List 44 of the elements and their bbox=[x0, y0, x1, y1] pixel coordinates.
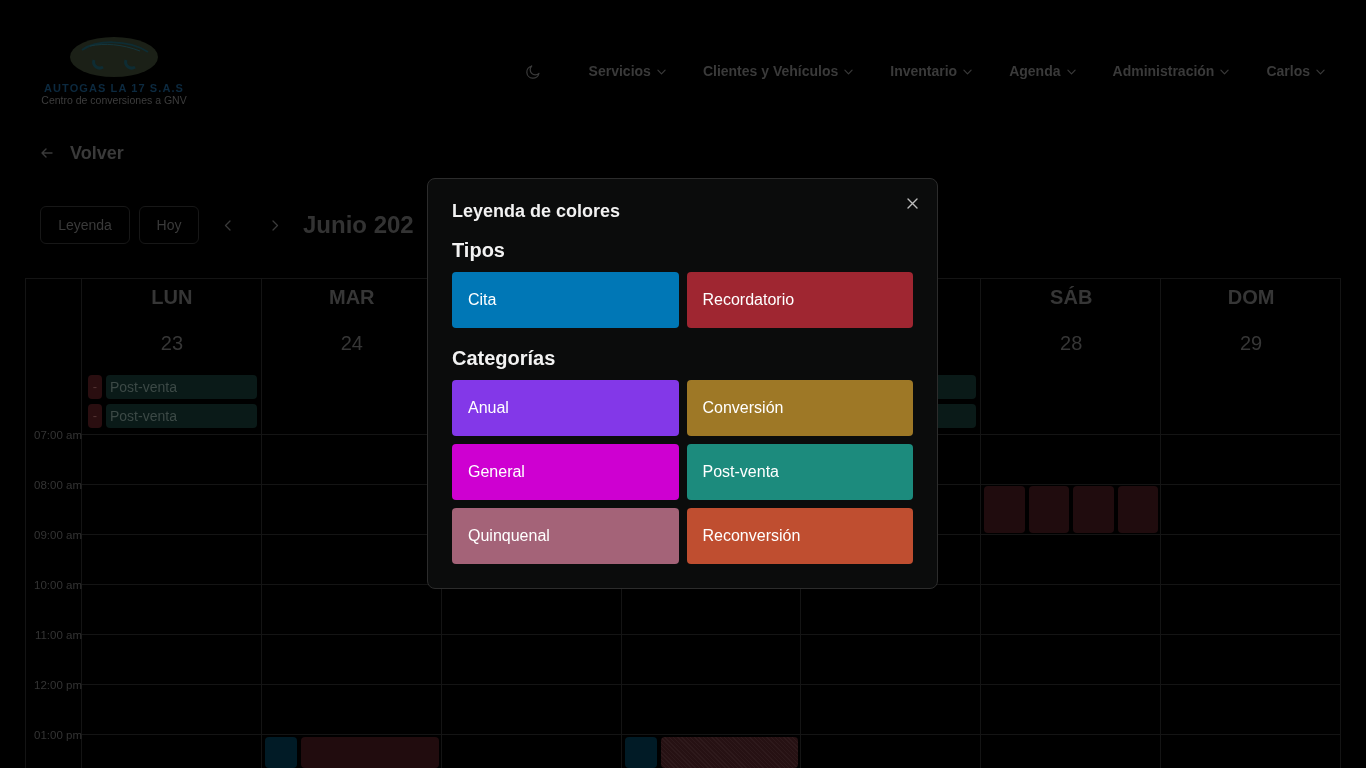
event-block[interactable] bbox=[624, 737, 657, 768]
chevron-right-icon[interactable] bbox=[272, 219, 279, 231]
section-heading: Categorías bbox=[452, 346, 557, 370]
legend-item: Post-venta bbox=[686, 444, 913, 500]
legend-item: Quinquenal bbox=[452, 508, 679, 564]
car-logo-icon bbox=[70, 37, 158, 77]
moon-icon[interactable] bbox=[525, 64, 540, 79]
dialog-title: Leyenda de colores bbox=[452, 200, 622, 222]
legend-item: Conversión bbox=[686, 380, 913, 436]
nav-menu-link[interactable]: Carlos bbox=[1266, 61, 1325, 82]
nav-menu-link[interactable]: Agenda bbox=[1009, 61, 1076, 82]
chevron-down-icon bbox=[1316, 68, 1325, 75]
nav-menu-link[interactable]: Servicios bbox=[588, 61, 666, 82]
event-block[interactable] bbox=[1028, 486, 1070, 533]
today-button[interactable]: Hoy bbox=[139, 206, 199, 244]
event-block[interactable] bbox=[300, 737, 439, 768]
nav-menu-link[interactable]: Inventario bbox=[890, 61, 973, 82]
event-block[interactable] bbox=[264, 737, 297, 768]
nav-menu-link[interactable]: Administración bbox=[1112, 61, 1230, 82]
chevron-down-icon bbox=[1066, 68, 1076, 75]
legend-item: Recordatorio bbox=[686, 272, 913, 328]
event-block[interactable] bbox=[660, 737, 799, 768]
event-block[interactable] bbox=[1117, 486, 1159, 533]
chevron-down-icon bbox=[963, 68, 973, 75]
legend-item: Anual bbox=[452, 380, 679, 436]
arrow-left-icon bbox=[41, 148, 53, 158]
legend-item: Cita bbox=[452, 272, 679, 328]
event-tag[interactable]: - bbox=[88, 375, 102, 399]
event-tag[interactable]: - bbox=[88, 404, 102, 428]
company-name: AUTOGAS LA 17 S.A.S bbox=[43, 82, 185, 94]
legend-item: General bbox=[452, 444, 679, 500]
chevron-left-icon[interactable] bbox=[224, 219, 231, 231]
legend-button[interactable]: Leyenda bbox=[40, 206, 130, 244]
close-icon[interactable] bbox=[907, 198, 918, 209]
back-link[interactable]: Volver bbox=[41, 141, 124, 165]
chevron-down-icon bbox=[844, 68, 854, 75]
chevron-down-icon bbox=[1220, 68, 1230, 75]
event-block[interactable] bbox=[984, 486, 1025, 533]
section-heading: Tipos bbox=[452, 238, 506, 262]
chevron-down-icon bbox=[656, 68, 666, 75]
company-tagline: Centro de conversiones a GNV bbox=[41, 94, 187, 106]
event-block[interactable] bbox=[1073, 486, 1114, 533]
legend-item: Reconversión bbox=[686, 508, 913, 564]
nav-menu-link[interactable]: Clientes y Vehículos bbox=[702, 61, 854, 82]
